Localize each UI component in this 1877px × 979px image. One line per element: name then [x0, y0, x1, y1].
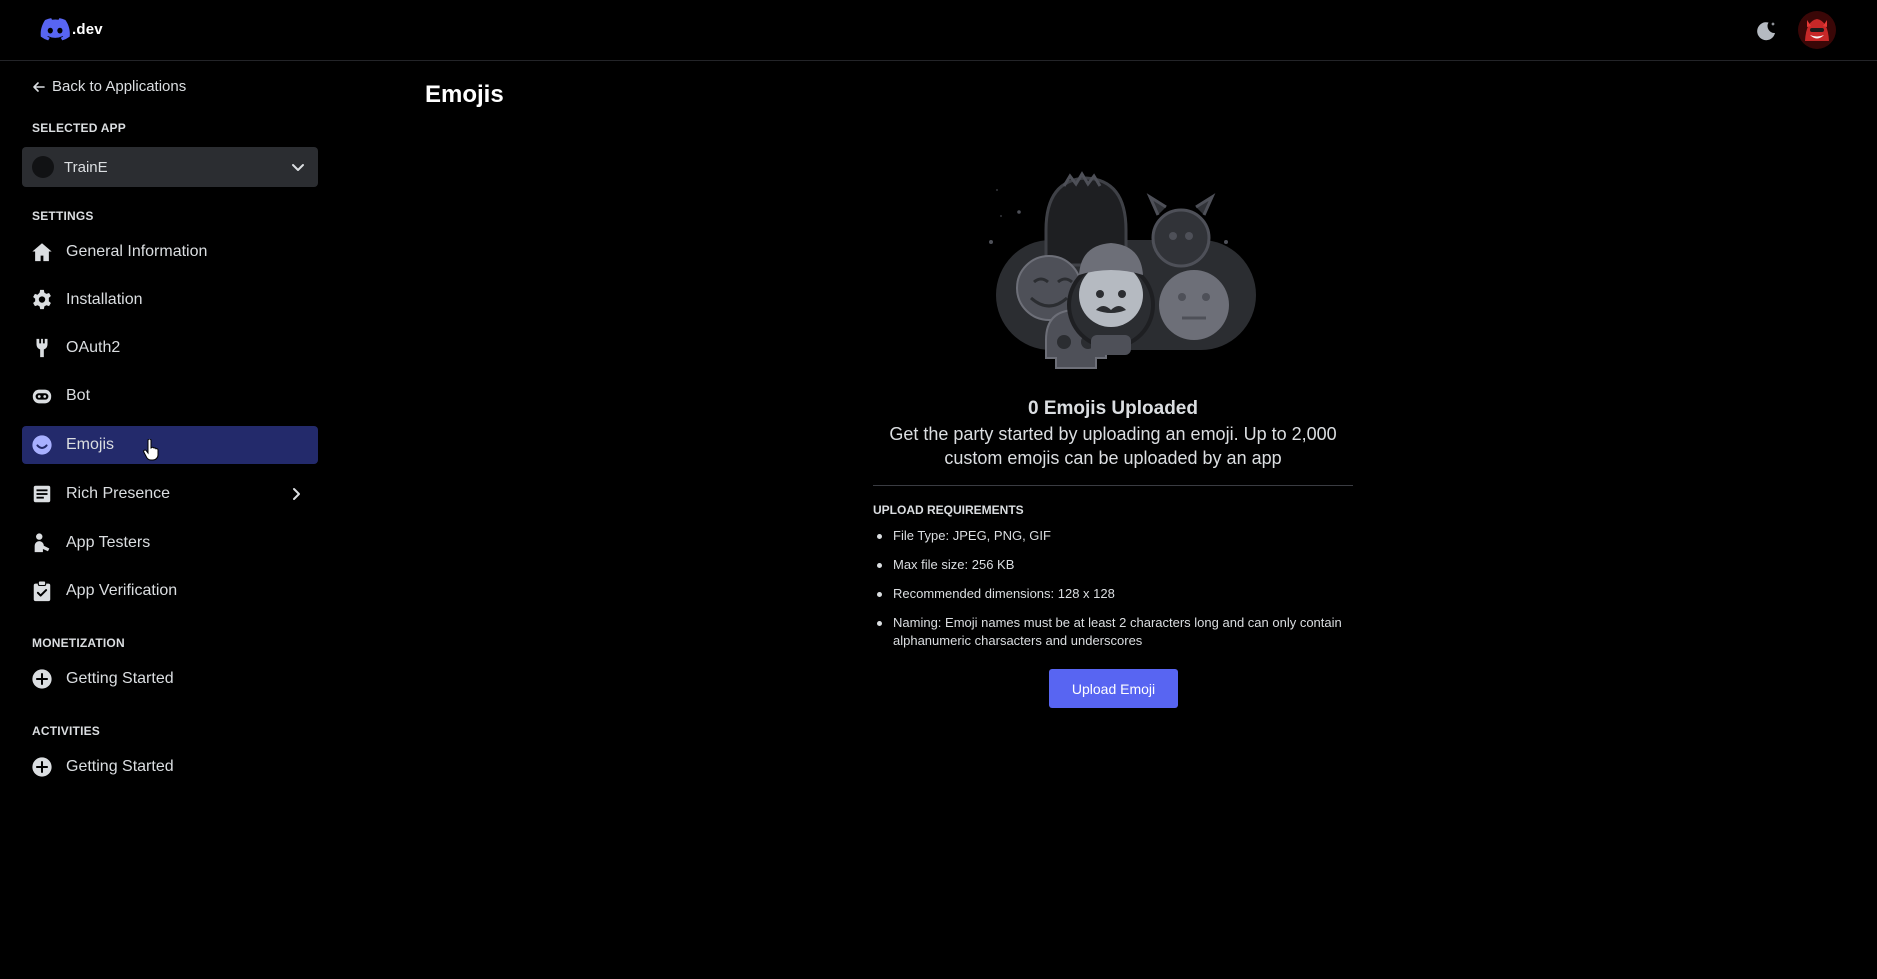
top-bar: .dev — [0, 0, 1877, 61]
document-icon — [30, 482, 54, 506]
robot-icon — [30, 384, 54, 408]
sidebar-item-general-information[interactable]: General Information — [22, 233, 318, 271]
sidebar-item-oauth2[interactable]: OAuth2 — [22, 329, 318, 367]
sidebar-item-label: Getting Started — [66, 670, 174, 687]
moon-icon[interactable] — [1754, 19, 1778, 43]
sidebar-item-app-verification[interactable]: App Verification — [22, 572, 318, 610]
discord-logo-icon — [40, 18, 70, 41]
sidebar-item-label: Rich Presence — [66, 485, 171, 502]
page-title: Emojis — [425, 81, 504, 108]
avatar-image — [1798, 11, 1836, 49]
app-avatar — [32, 156, 54, 178]
sidebar-item-emojis[interactable]: Emojis — [22, 426, 318, 464]
plus-circle-icon — [30, 755, 54, 779]
discord-dev-logo[interactable]: .dev — [40, 18, 103, 41]
selected-app-heading: SELECTED APP — [32, 121, 126, 135]
plus-circle-icon — [30, 667, 54, 691]
sidebar-item-label: Emojis — [66, 436, 115, 453]
sidebar-item-label: Installation — [66, 291, 143, 308]
sidebar-item-rich-presence[interactable]: Rich Presence — [22, 475, 318, 513]
sidebar-item-label: App Verification — [66, 582, 178, 599]
sidebar-item-label: General Information — [66, 243, 208, 260]
list-item: File Type: JPEG, PNG, GIF — [873, 527, 1353, 545]
chevron-right-icon — [286, 484, 306, 504]
clipboard-check-icon — [30, 579, 54, 603]
emoji-group-illustration — [989, 171, 1256, 369]
sidebar-item-label: OAuth2 — [66, 339, 121, 356]
activities-heading: ACTIVITIES — [32, 724, 101, 738]
sidebar-item-label: Getting Started — [66, 758, 174, 775]
divider — [873, 485, 1353, 486]
list-item: Recommended dimensions: 128 x 128 — [873, 585, 1353, 603]
chevron-down-icon — [292, 164, 304, 171]
sidebar-item-label: App Testers — [66, 534, 151, 551]
person-icon — [30, 531, 54, 555]
sidebar-item-app-testers[interactable]: App Testers — [22, 524, 318, 562]
list-item: Naming: Emoji names must be at least 2 c… — [873, 614, 1353, 650]
sidebar-item-activities-getting-started[interactable]: Getting Started — [22, 748, 318, 786]
home-icon — [30, 240, 54, 264]
back-to-applications-link[interactable]: Back to Applications — [32, 78, 186, 95]
back-label: Back to Applications — [52, 78, 187, 95]
upload-requirements-heading: UPLOAD REQUIREMENTS — [873, 503, 1024, 517]
hand-cursor-icon — [143, 439, 159, 461]
empty-state-title: 0 Emojis Uploaded — [1028, 398, 1198, 419]
gear-icon — [30, 288, 54, 312]
app-selector-dropdown[interactable]: TrainE — [22, 147, 318, 187]
sidebar-item-bot[interactable]: Bot — [22, 377, 318, 415]
sidebar-item-monetization-getting-started[interactable]: Getting Started — [22, 660, 318, 698]
sidebar-item-label: Bot — [66, 387, 91, 404]
sidebar-item-installation[interactable]: Installation — [22, 281, 318, 319]
arrow-left-icon — [33, 81, 45, 92]
upload-requirements-list: File Type: JPEG, PNG, GIF Max file size:… — [873, 527, 1353, 661]
empty-state-description: Get the party started by uploading an em… — [889, 424, 1337, 468]
list-item: Max file size: 256 KB — [873, 556, 1353, 574]
sidebar: Back to Applications SELECTED APP TrainE… — [0, 61, 330, 979]
upload-emoji-button[interactable]: Upload Emoji — [1049, 669, 1178, 708]
app-selector-value: TrainE — [64, 158, 108, 176]
wrench-icon — [30, 336, 54, 360]
logo-text: .dev — [72, 21, 103, 38]
monetization-heading: MONETIZATION — [32, 636, 125, 650]
settings-heading: SETTINGS — [32, 209, 94, 223]
smiley-icon — [30, 433, 54, 457]
user-avatar[interactable] — [1798, 11, 1836, 49]
